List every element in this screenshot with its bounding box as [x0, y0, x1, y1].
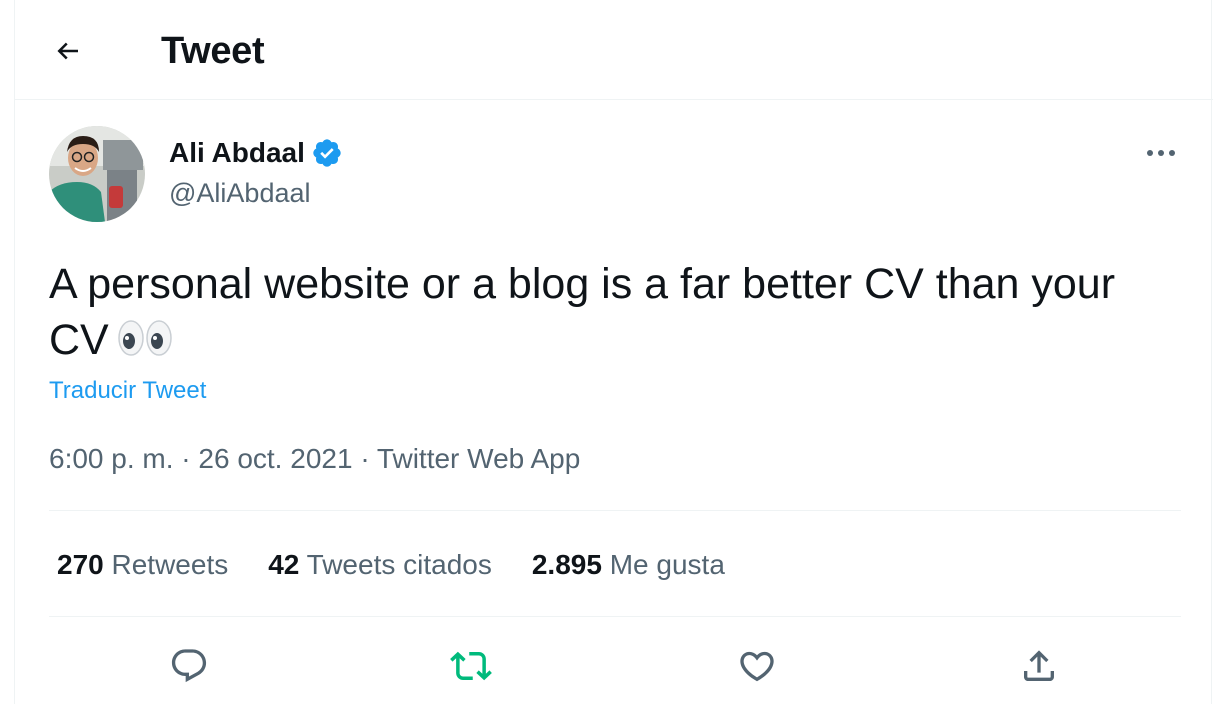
- author-handle[interactable]: @AliAbdaal: [169, 174, 311, 212]
- tweet-source[interactable]: Twitter Web App: [377, 443, 580, 474]
- tweet-meta: 6:00 p. m. · 26 oct. 2021 · Twitter Web …: [49, 440, 580, 478]
- more-options-button[interactable]: [1141, 134, 1181, 172]
- page-header: Tweet: [15, 0, 1213, 100]
- tweet-time[interactable]: 6:00 p. m.: [49, 443, 174, 474]
- tweet-text-content: A personal website or a blog is a far be…: [49, 260, 1116, 364]
- retweets-count: 270: [57, 549, 104, 580]
- divider: [49, 510, 1181, 511]
- divider: [49, 616, 1181, 617]
- like-button[interactable]: [731, 640, 783, 692]
- back-button[interactable]: [45, 28, 91, 74]
- tweet-text: A personal website or a blog is a far be…: [49, 256, 1169, 374]
- arrow-left-icon: [57, 42, 78, 60]
- retweet-icon: [450, 651, 492, 681]
- retweets-stat[interactable]: 270 Retweets: [57, 546, 228, 584]
- retweets-label: Retweets: [111, 549, 229, 580]
- quote-tweets-stat[interactable]: 42 Tweets citados: [268, 546, 492, 584]
- tweet-date[interactable]: 26 oct. 2021: [198, 443, 352, 474]
- avatar[interactable]: [49, 126, 145, 222]
- likes-count: 2.895: [531, 549, 602, 580]
- meta-separator: ·: [360, 443, 370, 474]
- share-button[interactable]: [1013, 640, 1065, 692]
- verified-badge-icon: [313, 139, 341, 167]
- eyes-emoji-icon: [117, 316, 173, 374]
- likes-stat[interactable]: 2.895 Me gusta: [532, 546, 725, 584]
- reply-button[interactable]: [163, 640, 215, 692]
- tweet-detail-page: Tweet Ali Abdaal @AliAbdaal A personal w…: [14, 0, 1213, 704]
- retweet-button[interactable]: [445, 640, 497, 692]
- share-icon: [1024, 650, 1054, 681]
- meta-separator: ·: [181, 443, 191, 474]
- tweet-stats: 270 Retweets 42 Tweets citados 2.895 Me …: [57, 546, 765, 584]
- translate-tweet-link[interactable]: Traducir Tweet: [49, 374, 206, 408]
- author-name[interactable]: Ali Abdaal: [169, 134, 343, 172]
- reply-icon: [171, 649, 207, 683]
- likes-label: Me gusta: [609, 549, 725, 580]
- heart-icon: [740, 651, 774, 682]
- quote-tweets-count: 42: [268, 549, 300, 580]
- page-title: Tweet: [161, 30, 265, 72]
- more-dots-icon: [1147, 150, 1175, 156]
- author-name-text: Ali Abdaal: [169, 137, 305, 168]
- quote-tweets-label: Tweets citados: [306, 549, 492, 580]
